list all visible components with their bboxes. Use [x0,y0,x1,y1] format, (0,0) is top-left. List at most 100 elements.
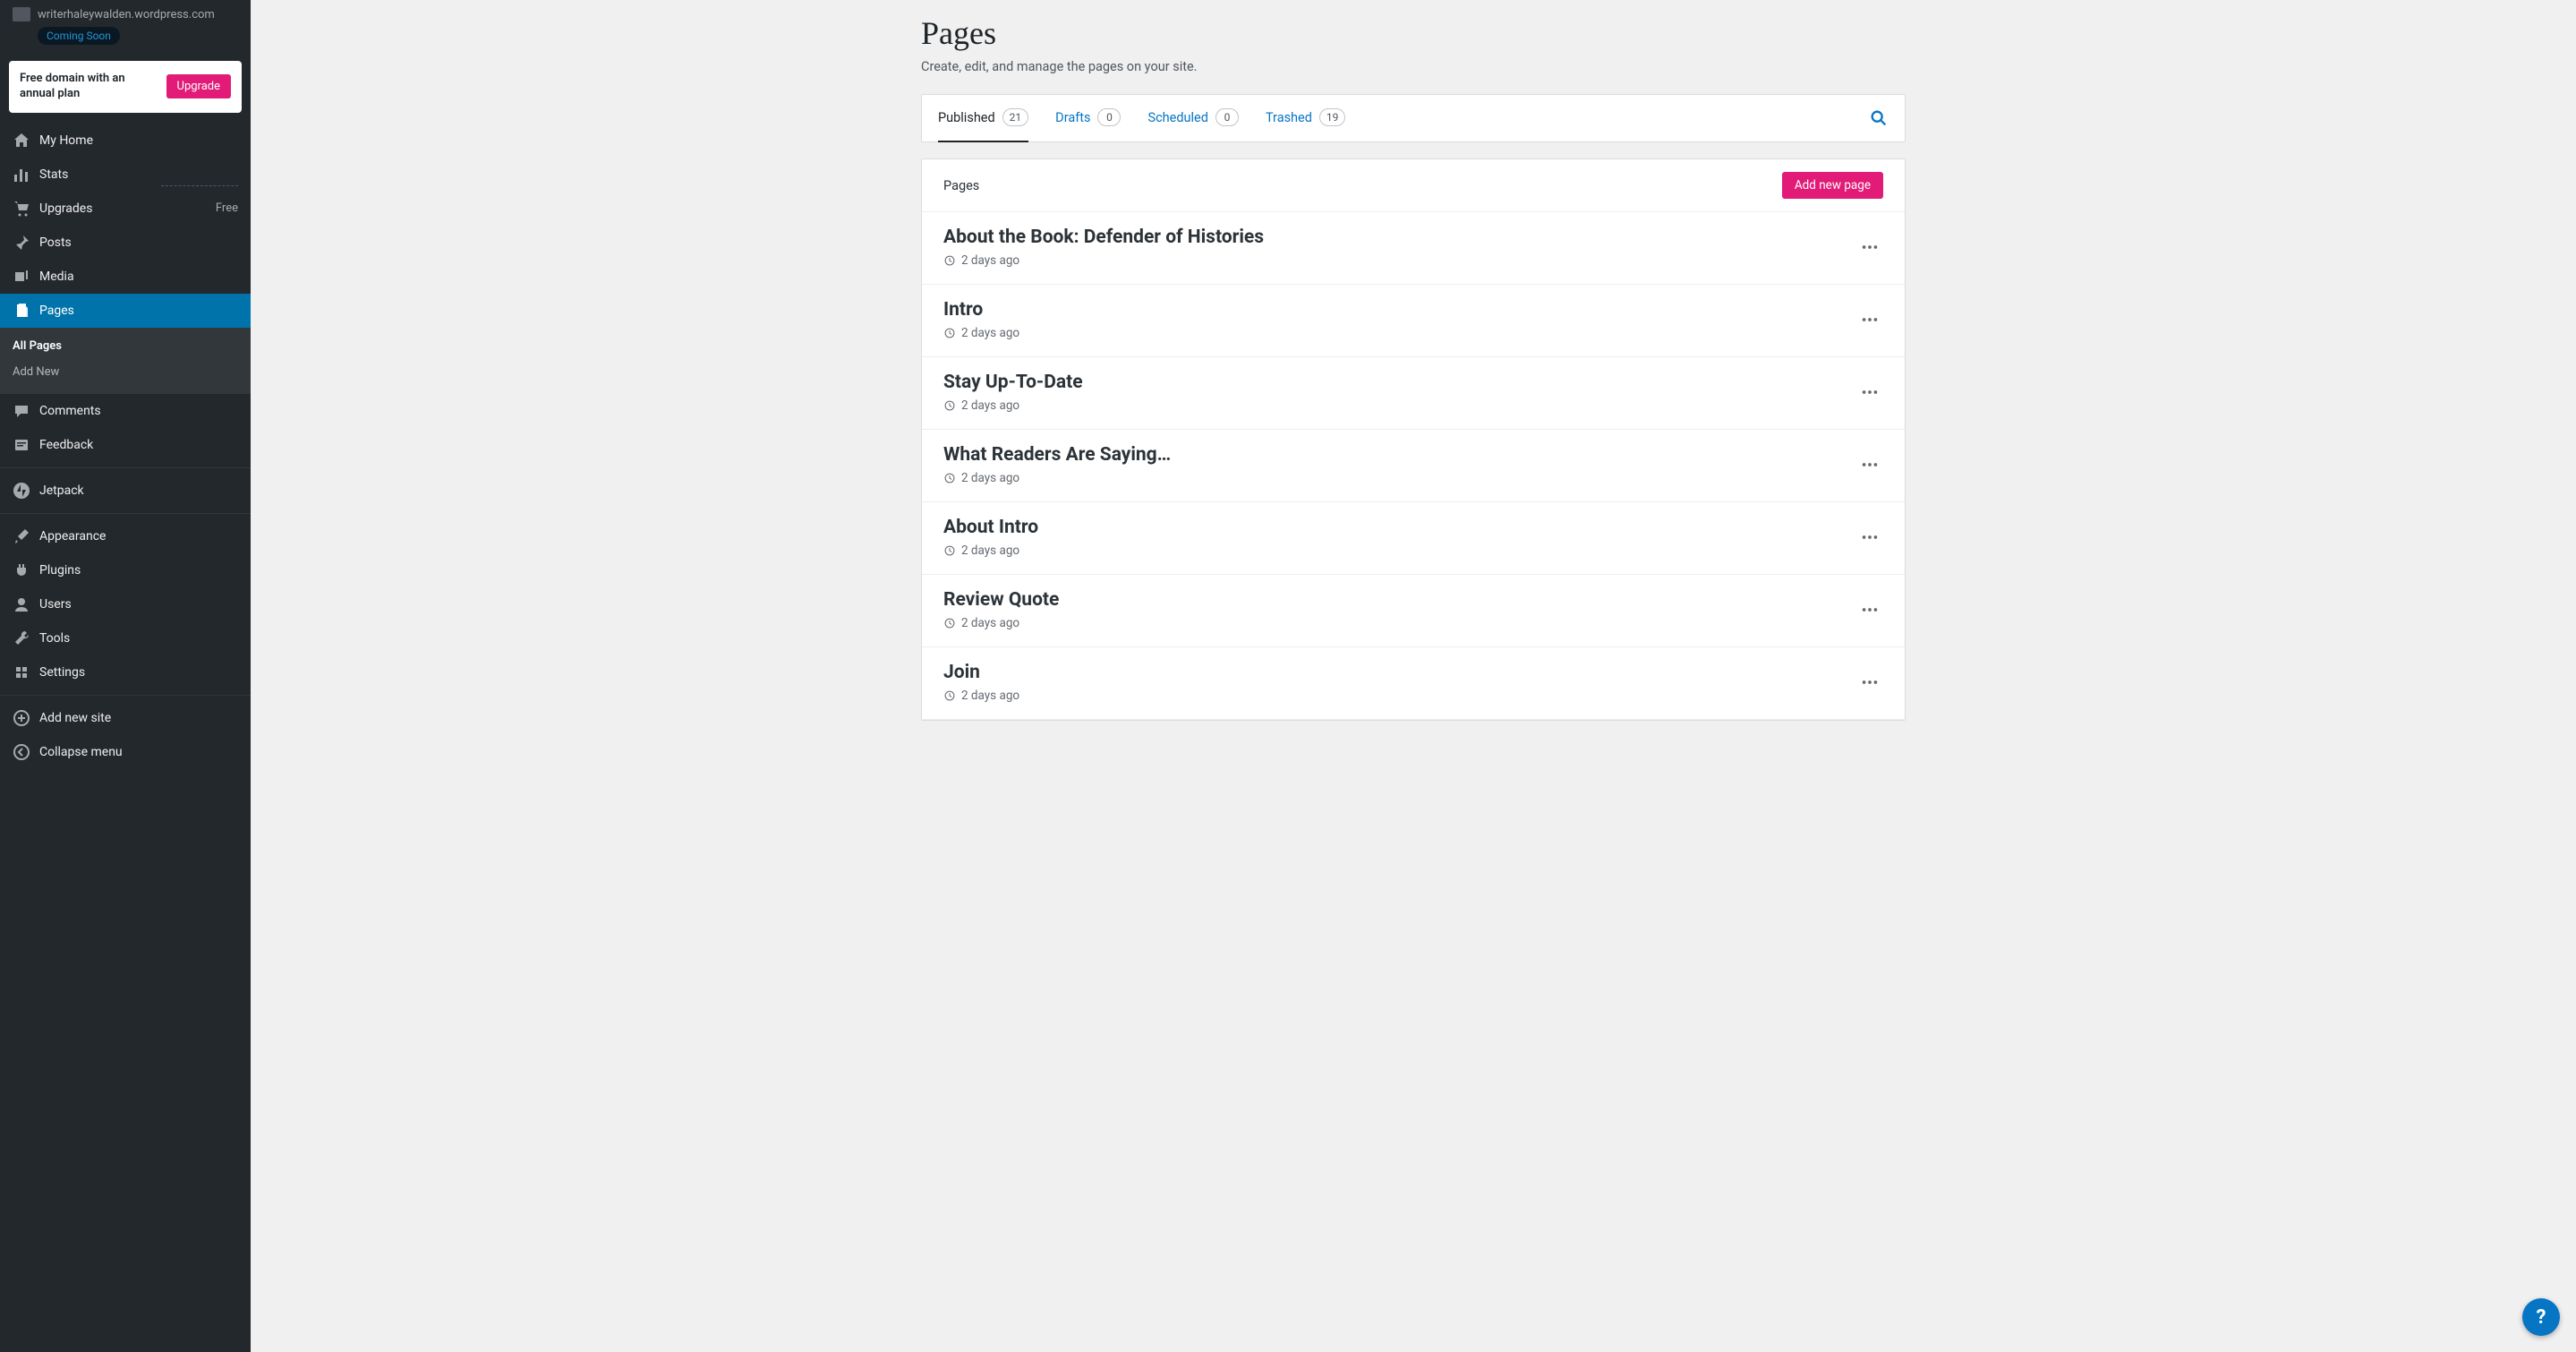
tab-trashed[interactable]: Trashed 19 [1266,94,1345,142]
menu-separator [0,467,251,468]
row-meta: 2 days ago [943,616,1059,630]
sidebar-item-media[interactable]: Media [0,260,251,294]
more-actions-button[interactable] [1856,379,1883,406]
site-avatar-placeholder [13,7,30,21]
submenu-all-pages[interactable]: All Pages [0,333,251,359]
menu-separator [0,695,251,696]
sidebar-item-plugins[interactable]: Plugins [0,553,251,587]
tab-label: Drafts [1055,110,1090,125]
sidebar-item-add-site[interactable]: Add new site [0,701,251,735]
promo-card: Free domain with an annual plan Upgrade [9,61,242,113]
list-header-title: Pages [943,178,979,193]
row-meta: 2 days ago [943,326,1019,340]
jetpack-icon [13,482,30,500]
sidebar-item-label: Plugins [39,563,238,578]
tab-label: Published [938,110,995,125]
tab-label: Trashed [1266,110,1312,125]
page-row[interactable]: Stay Up-To-Date2 days ago [922,357,1905,430]
sidebar-item-label: Appearance [39,529,238,543]
row-info: Review Quote2 days ago [943,589,1059,630]
more-actions-button[interactable] [1856,524,1883,551]
row-meta: 2 days ago [943,253,1264,268]
sidebar-menu-5: Add new site Collapse menu [0,701,251,769]
row-meta: 2 days ago [943,543,1038,558]
sidebar-item-collapse[interactable]: Collapse menu [0,735,251,769]
tabs-list: Published 21 Drafts 0 Scheduled 0 Trashe… [938,94,1869,142]
row-meta-text: 2 days ago [961,253,1019,268]
feedback-icon [13,436,30,454]
more-actions-button[interactable] [1856,669,1883,696]
sidebar-item-upgrades[interactable]: Upgrades Free [0,192,251,226]
add-new-page-button[interactable]: Add new page [1782,172,1883,199]
row-title: About the Book: Defender of Histories [943,227,1264,248]
tab-scheduled[interactable]: Scheduled 0 [1147,94,1238,142]
collapse-icon [13,743,30,761]
row-title: Join [943,662,1019,683]
promo-text: Free domain with an annual plan [20,72,158,102]
tab-count: 0 [1097,108,1121,126]
tab-drafts[interactable]: Drafts 0 [1055,94,1121,142]
pages-icon [13,302,30,320]
more-actions-button[interactable] [1856,451,1883,478]
upgrade-button[interactable]: Upgrade [166,74,231,98]
site-block: writerhaleywalden.wordpress.com Coming S… [0,0,251,54]
sidebar-item-label: Pages [39,304,238,318]
pages-list-card: Pages Add new page About the Book: Defen… [921,158,1906,721]
more-actions-button[interactable] [1856,596,1883,623]
sidebar-item-label: My Home [39,133,238,148]
row-meta-text: 2 days ago [961,543,1019,558]
sidebar-menu-3: Jetpack [0,474,251,508]
page-row[interactable]: Review Quote2 days ago [922,575,1905,647]
row-meta-text: 2 days ago [961,326,1019,340]
sidebar-item-label: Upgrades [39,201,216,216]
more-actions-button[interactable] [1856,234,1883,261]
help-fab[interactable]: ? [2522,1298,2560,1336]
sidebar-item-tools[interactable]: Tools [0,621,251,655]
sidebar-item-stats[interactable]: Stats [0,158,251,192]
clock-icon [943,327,956,339]
submenu-add-new[interactable]: Add New [0,359,251,385]
cart-icon [13,200,30,218]
row-title: About Intro [943,517,1038,538]
sidebar-menu-2: Comments Feedback [0,394,251,462]
sidebar-item-appearance[interactable]: Appearance [0,519,251,553]
more-actions-button[interactable] [1856,306,1883,333]
sidebar-item-users[interactable]: Users [0,587,251,621]
sidebar-item-pages[interactable]: Pages [0,294,251,328]
sidebar-item-label: Jetpack [39,483,238,498]
row-title: Stay Up-To-Date [943,372,1083,393]
sidebar-item-comments[interactable]: Comments [0,394,251,428]
sidebar-item-home[interactable]: My Home [0,124,251,158]
page-row[interactable]: Join 2 days ago [922,647,1905,720]
stats-icon [13,166,30,184]
site-url: writerhaleywalden.wordpress.com [38,8,215,21]
page-row[interactable]: About the Book: Defender of Histories 2 d… [922,212,1905,285]
row-meta-text: 2 days ago [961,689,1019,703]
rows-container: About the Book: Defender of Histories 2 d… [922,212,1905,720]
search-icon[interactable] [1869,108,1889,128]
row-meta: 2 days ago [943,471,1171,485]
tools-icon [13,629,30,647]
tab-published[interactable]: Published 21 [938,94,1028,142]
tab-label: Scheduled [1147,110,1207,125]
sidebar-item-label: Stats [39,167,238,182]
page-row[interactable]: Intro2 days ago [922,285,1905,357]
sidebar-item-tag: Free [216,201,238,215]
home-icon [13,132,30,150]
sidebar-item-jetpack[interactable]: Jetpack [0,474,251,508]
row-info: Stay Up-To-Date2 days ago [943,372,1083,413]
row-title: What Readers Are Saying… [943,444,1171,466]
clock-icon [943,544,956,557]
clock-icon [943,472,956,484]
clock-icon [943,254,956,267]
page-row[interactable]: About Intro 2 days ago [922,502,1905,575]
page-row[interactable]: What Readers Are Saying… 2 days ago [922,430,1905,502]
sidebar-submenu-pages: All Pages Add New [0,328,251,394]
sidebar-item-settings[interactable]: Settings [0,655,251,689]
tab-count: 0 [1215,108,1239,126]
site-url-row[interactable]: writerhaleywalden.wordpress.com [13,7,238,21]
comment-icon [13,402,30,420]
sidebar-item-posts[interactable]: Posts [0,226,251,260]
sidebar-item-feedback[interactable]: Feedback [0,428,251,462]
row-meta: 2 days ago [943,689,1019,703]
